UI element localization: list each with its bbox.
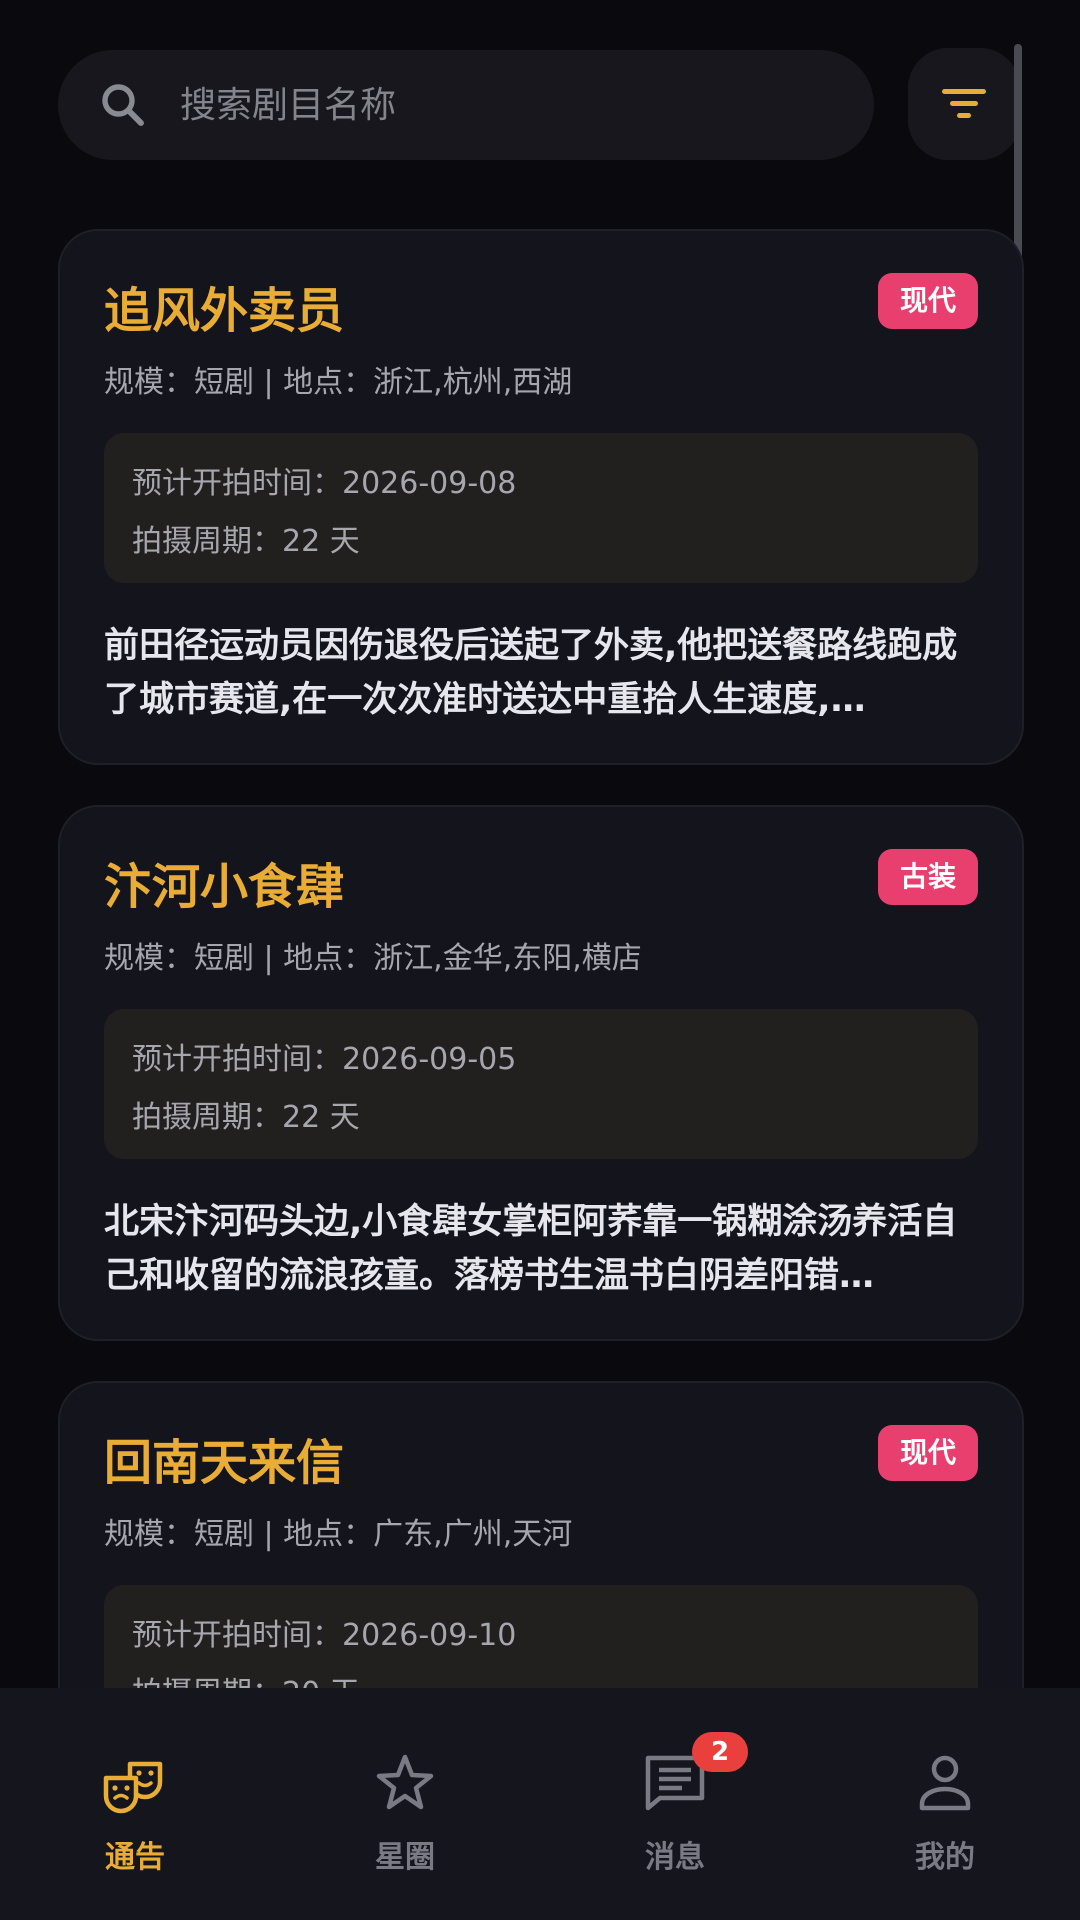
card-meta: 规模：短剧 | 地点：广东,广州,天河: [104, 1517, 573, 1552]
bottom-nav: 通告 星圈 2 消息 我的: [0, 1688, 1080, 1920]
card-title: 追风外卖员: [104, 283, 345, 339]
casting-card[interactable]: 追风外卖员 现代 规模：短剧 | 地点：浙江,杭州,西湖 预计开拍时间：2026…: [58, 229, 1024, 765]
search-icon: [102, 84, 144, 126]
unread-badge: 2: [692, 1732, 748, 1772]
person-icon: [919, 1755, 971, 1811]
schedule-box: 预计开拍时间：2026-09-05 拍摄周期：22 天: [104, 1009, 978, 1159]
genre-tag: 现代: [877, 1425, 978, 1481]
shooting-period: 拍摄周期：22 天: [132, 524, 360, 559]
card-title: 回南天来信: [104, 1435, 345, 1491]
shooting-period: 拍摄周期：22 天: [132, 1100, 360, 1135]
page: 追风外卖员 现代 规模：短剧 | 地点：浙江,杭州,西湖 预计开拍时间：2026…: [0, 0, 1080, 1920]
star-icon: [376, 1754, 434, 1810]
search-input[interactable]: [178, 83, 782, 127]
search-bar[interactable]: [58, 50, 874, 160]
card-description: 北宋汴河码头边,小食肆女掌柜阿荞靠一锅糊涂汤养活自己和收留的流浪孩童。落榜书生温…: [104, 1202, 958, 1296]
drama-masks-icon: [103, 1761, 163, 1814]
nav-label: 星圈: [375, 1840, 435, 1875]
start-time: 预计开拍时间：2026-09-08: [132, 466, 517, 501]
card-meta: 规模：短剧 | 地点：浙江,杭州,西湖: [104, 365, 573, 400]
card-meta: 规模：短剧 | 地点：浙江,金华,东阳,横店: [104, 941, 642, 976]
nav-item-messages[interactable]: 2 消息: [540, 1688, 810, 1920]
casting-card[interactable]: 汴河小食肆 古装 规模：短剧 | 地点：浙江,金华,东阳,横店 预计开拍时间：2…: [58, 805, 1024, 1341]
card-title: 汴河小食肆: [104, 859, 345, 915]
filter-icon: [942, 89, 986, 118]
genre-tag: 现代: [877, 273, 978, 329]
genre-tag: 古装: [877, 849, 978, 905]
nav-item-star-circle[interactable]: 星圈: [270, 1688, 540, 1920]
card-description: 前田径运动员因伤退役后送起了外卖,他把送餐路线跑成了城市赛道,在一次次准时送达中…: [104, 626, 958, 720]
nav-item-notices[interactable]: 通告: [0, 1688, 270, 1920]
filter-button[interactable]: [908, 48, 1020, 160]
nav-label: 通告: [105, 1840, 165, 1875]
nav-label: 消息: [645, 1840, 705, 1875]
nav-label: 我的: [915, 1840, 975, 1875]
nav-item-profile[interactable]: 我的: [810, 1688, 1080, 1920]
schedule-box: 预计开拍时间：2026-09-08 拍摄周期：22 天: [104, 433, 978, 583]
start-time: 预计开拍时间：2026-09-05: [132, 1042, 517, 1077]
start-time: 预计开拍时间：2026-09-10: [132, 1618, 517, 1653]
